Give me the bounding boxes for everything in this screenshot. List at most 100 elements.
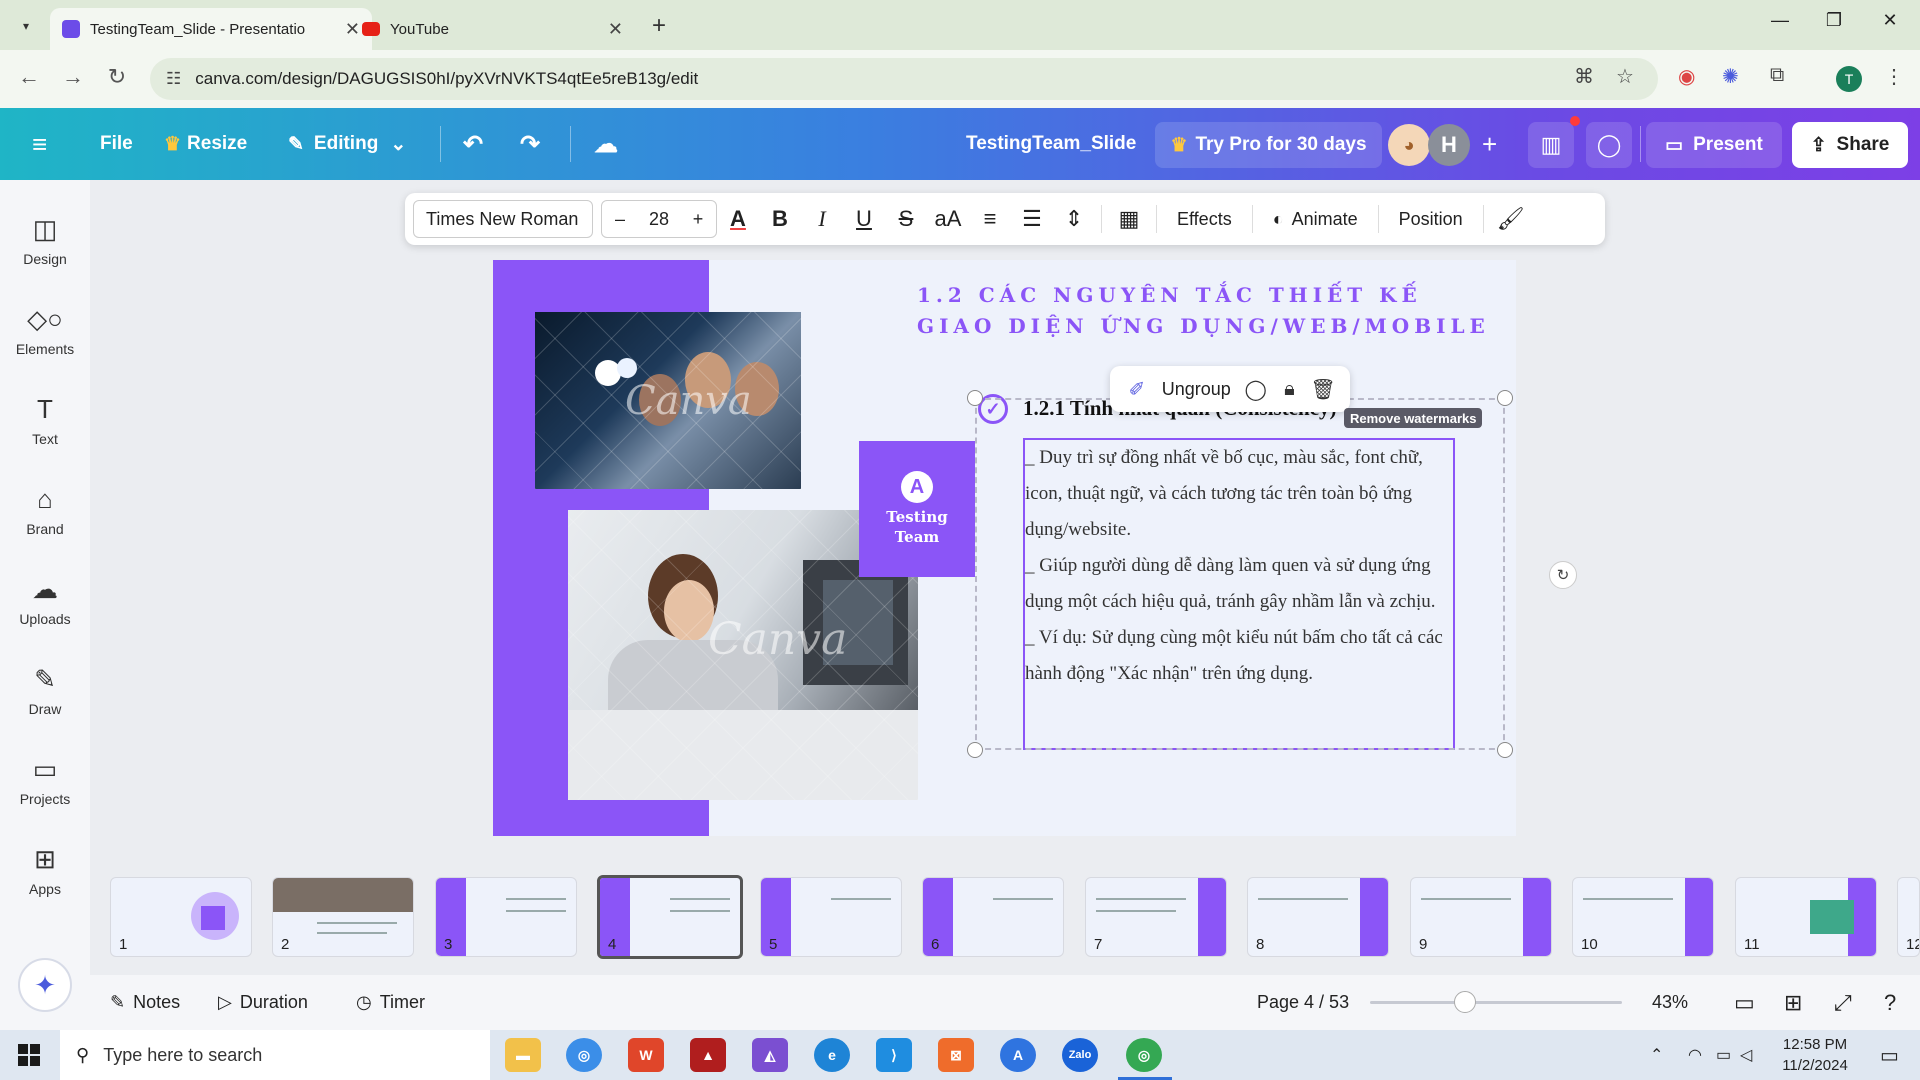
translate-icon[interactable]: ⌘: [1574, 64, 1594, 89]
duration-button[interactable]: ▷ Duration: [218, 975, 308, 1030]
url-field[interactable]: ☷ canva.com/design/DAGUGSIS0hI/pyXVrNVKT…: [150, 58, 1658, 100]
site-info-icon[interactable]: ☷: [166, 69, 181, 89]
slide-title[interactable]: 1.2 CÁC NGUYÊN TẮC THIẾT KẾ GIAO DIỆN ỨN…: [917, 280, 1507, 342]
sidebar-item-brand[interactable]: ⌂ Brand: [0, 470, 90, 550]
main-menu-icon[interactable]: ≡: [32, 108, 47, 180]
slide-thumbnail[interactable]: 9: [1410, 877, 1552, 957]
present-button[interactable]: ▭ Present: [1646, 122, 1782, 168]
animate-button[interactable]: ◐ Animate: [1259, 200, 1372, 238]
slide-thumbnail[interactable]: 10: [1572, 877, 1714, 957]
resize-handle-bottom-left[interactable]: [967, 742, 983, 758]
slide-thumbnail[interactable]: 2: [272, 877, 414, 957]
font-size-input[interactable]: 28: [638, 209, 680, 230]
strikethrough-icon[interactable]: S: [885, 200, 927, 238]
game-app-icon[interactable]: ▲: [690, 1038, 726, 1072]
timer-button[interactable]: ◷ Timer: [356, 975, 425, 1030]
reload-button[interactable]: ↻: [102, 64, 132, 90]
add-comment-icon[interactable]: ◯: [1239, 377, 1273, 402]
slide-thumbnail[interactable]: 12: [1897, 877, 1920, 957]
resize-handle-bottom-right[interactable]: [1497, 742, 1513, 758]
cloud-save-icon[interactable]: ☁: [594, 108, 618, 180]
ai-extension-icon[interactable]: ✺: [1722, 64, 1739, 89]
slide-thumbnail-active[interactable]: 4: [597, 875, 743, 959]
page-indicator[interactable]: Page 4 / 53: [1257, 975, 1349, 1030]
undo-button[interactable]: ↶: [463, 108, 483, 180]
decrease-size-button[interactable]: –: [602, 209, 638, 230]
sidebar-item-projects[interactable]: ▭ Projects: [0, 740, 90, 820]
increase-size-button[interactable]: +: [680, 209, 716, 230]
close-tab-icon[interactable]: ✕: [608, 19, 623, 40]
bookmark-star-icon[interactable]: ☆: [1616, 64, 1634, 89]
chrome-active-icon[interactable]: ◎: [1126, 1038, 1162, 1072]
windows-start-icon[interactable]: [18, 1044, 40, 1066]
notes-button[interactable]: ✎ Notes: [110, 975, 180, 1030]
volume-icon[interactable]: ◁: [1740, 1030, 1752, 1080]
fullscreen-icon[interactable]: ⤢: [1834, 975, 1852, 1030]
zalo-icon[interactable]: Zalo: [1062, 1038, 1098, 1072]
team-photo[interactable]: Canva: [535, 312, 801, 489]
profile-avatar[interactable]: T: [1836, 66, 1862, 92]
sidebar-item-text[interactable]: T Text: [0, 380, 90, 460]
minimize-button[interactable]: —: [1760, 10, 1800, 31]
battery-icon[interactable]: ▭: [1716, 1030, 1731, 1080]
tab-search-dropdown[interactable]: ▾: [12, 12, 40, 40]
slide-thumbnail[interactable]: 11: [1735, 877, 1877, 957]
transparency-icon[interactable]: ▦: [1108, 200, 1150, 238]
slide-thumbnail[interactable]: 8: [1247, 877, 1389, 957]
app-store-icon[interactable]: A: [1000, 1038, 1036, 1072]
effects-button[interactable]: Effects: [1163, 200, 1246, 238]
taskbar-search-input[interactable]: ⚲ Type here to search: [60, 1030, 490, 1080]
tab-canva[interactable]: TestingTeam_Slide - Presentatio ✕: [50, 8, 372, 50]
help-icon[interactable]: ?: [1884, 975, 1896, 1030]
color-extension-icon[interactable]: ◉: [1678, 64, 1695, 89]
wifi-icon[interactable]: ◠: [1688, 1030, 1702, 1080]
page-view-icon[interactable]: ▭: [1734, 975, 1755, 1030]
maximize-button[interactable]: ❐: [1814, 10, 1854, 31]
text-color-icon[interactable]: A: [717, 200, 759, 238]
user-avatar-h[interactable]: H: [1428, 124, 1470, 166]
notifications-icon[interactable]: ▭: [1880, 1030, 1899, 1080]
resize-button[interactable]: ♛ Resize: [164, 108, 247, 180]
resize-handle-top-left[interactable]: [967, 390, 983, 406]
redo-button[interactable]: ↷: [520, 108, 540, 180]
visual-studio-icon[interactable]: ◭: [752, 1038, 788, 1072]
magic-assistant-button[interactable]: ✦: [18, 958, 72, 1012]
tab-youtube[interactable]: YouTube ✕: [350, 8, 635, 50]
letter-case-icon[interactable]: aA: [927, 200, 969, 238]
bullet-list-icon[interactable]: ☰: [1011, 200, 1053, 238]
align-left-icon[interactable]: ≡: [969, 200, 1011, 238]
tray-chevron-icon[interactable]: ⌃: [1650, 1030, 1663, 1080]
collaborator-avatar[interactable]: ◕: [1388, 124, 1430, 166]
font-family-dropdown[interactable]: Times New Roman: [413, 200, 593, 238]
extensions-puzzle-icon[interactable]: ⧉: [1770, 64, 1784, 87]
zoom-percentage[interactable]: 43%: [1652, 975, 1688, 1030]
bold-icon[interactable]: B: [759, 200, 801, 238]
postman-app-icon[interactable]: ⊠: [938, 1038, 974, 1072]
resize-handle-top-right[interactable]: [1497, 390, 1513, 406]
vscode-icon[interactable]: ⟩: [876, 1038, 912, 1072]
editing-mode-dropdown[interactable]: ✎ Editing ⌄: [288, 108, 406, 180]
remove-watermarks-badge[interactable]: Remove watermarks: [1344, 408, 1483, 428]
chrome-icon[interactable]: ◎: [566, 1038, 602, 1072]
testing-team-logo[interactable]: A Testing Team: [859, 441, 975, 577]
sidebar-item-elements[interactable]: ◇○ Elements: [0, 290, 90, 370]
sidebar-item-draw[interactable]: ✎ Draw: [0, 650, 90, 730]
new-tab-button[interactable]: +: [652, 12, 666, 40]
zoom-slider-track[interactable]: [1370, 1001, 1622, 1004]
line-spacing-icon[interactable]: ⇕: [1053, 200, 1095, 238]
close-window-button[interactable]: ✕: [1870, 10, 1910, 31]
slide-thumbnail[interactable]: 3: [435, 877, 577, 957]
try-pro-button[interactable]: ♛ Try Pro for 30 days: [1155, 122, 1382, 168]
edge-icon[interactable]: e: [814, 1038, 850, 1072]
paint-format-icon[interactable]: 🖌: [1490, 200, 1532, 238]
slide-thumbnail[interactable]: 6: [922, 877, 1064, 957]
file-menu[interactable]: File: [100, 108, 133, 180]
sidebar-item-uploads[interactable]: ☁ Uploads: [0, 560, 90, 640]
lock-icon[interactable]: 🔒︎: [1273, 378, 1307, 401]
sidebar-item-apps[interactable]: ⊞ Apps: [0, 830, 90, 910]
rotate-handle-icon[interactable]: ↻: [1549, 561, 1577, 589]
underline-icon[interactable]: U: [843, 200, 885, 238]
back-button[interactable]: ←: [14, 64, 44, 90]
browser-menu-icon[interactable]: ⋮: [1884, 64, 1904, 89]
document-title[interactable]: TestingTeam_Slide: [966, 108, 1136, 180]
